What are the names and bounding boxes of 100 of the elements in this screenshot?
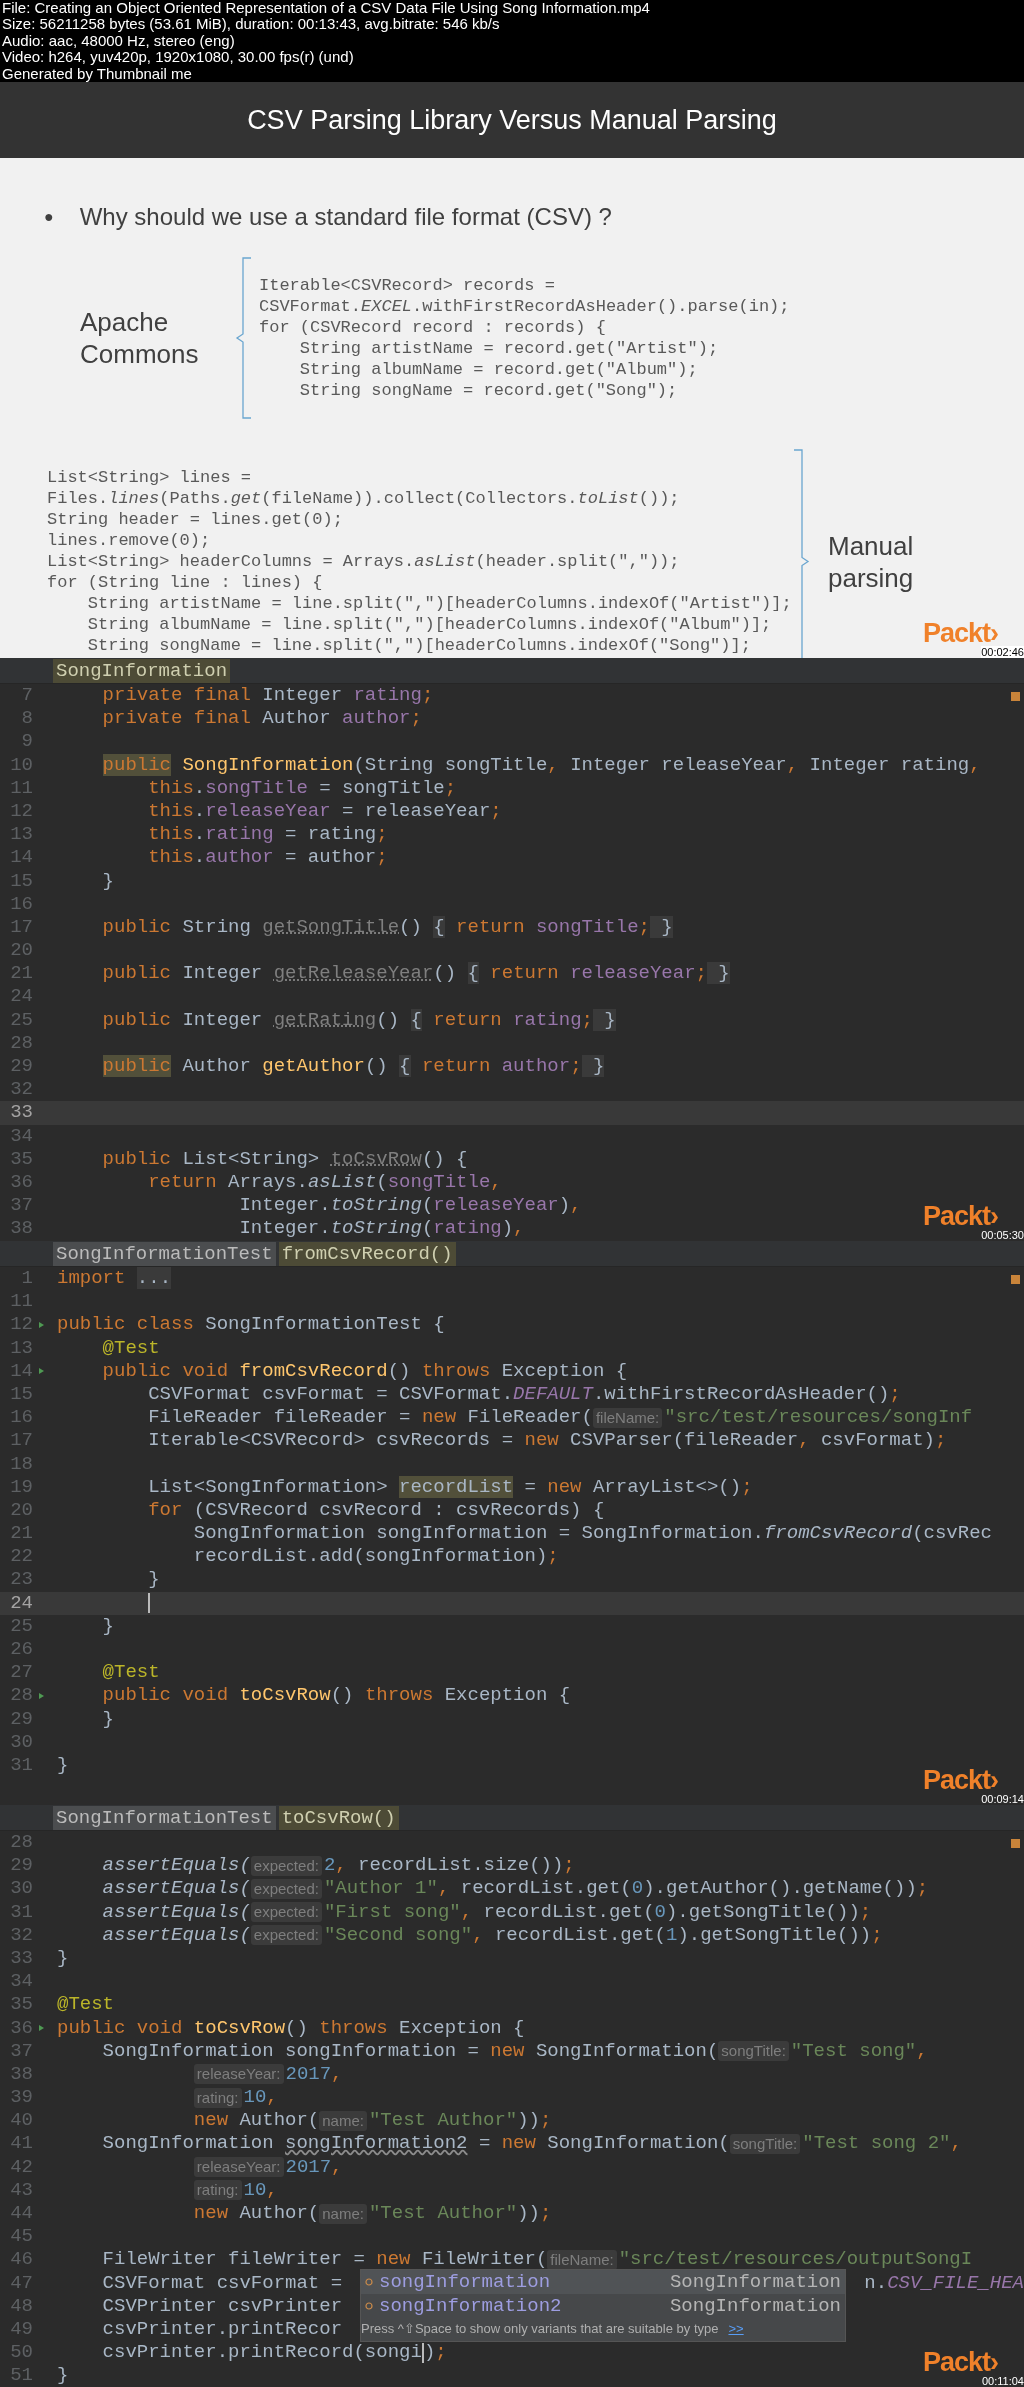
- code-text: @Test: [102, 1661, 160, 1685]
- code-text: CSVPrinter csvPrinter: [102, 2294, 343, 2318]
- completion-hint: Press ^⇧Space to show only variants that are suitable by type: [361, 2320, 719, 2338]
- line-number: 51: [9, 2364, 33, 2387]
- code-text: 2017,: [285, 2062, 343, 2087]
- code-text: assertEquals(: [102, 1877, 251, 1901]
- parameter-hint: fileName:: [592, 1407, 663, 1428]
- parameter-hint: name:: [319, 2110, 367, 2131]
- line-number: 29: [9, 1854, 33, 1878]
- code-line: String artistName = record.get("Artist");: [299, 339, 719, 358]
- code-text: public String getSongTitle() { return songTitle; }: [102, 915, 673, 940]
- line-number: 21: [9, 1522, 33, 1546]
- line-number: 10: [9, 753, 33, 777]
- line-number: 30: [9, 1730, 33, 1754]
- code-text: this.songTitle = songTitle;: [148, 776, 457, 800]
- code-text: List<SongInformation> recordList = new ArrayList<>();: [148, 1475, 753, 1499]
- line-number: 17: [9, 915, 33, 940]
- code-text: Iterable<CSVRecord> csvRecords = new CSVParser(fileReader, csvFormat);: [148, 1429, 947, 1453]
- timestamp: 00:11:04: [982, 2375, 1024, 2387]
- line-number: 26: [9, 1638, 33, 1662]
- line-number: 28: [9, 1684, 33, 1708]
- code-text: return Arrays.asList(songTitle,: [148, 1170, 502, 1195]
- completion-name: songInformation: [379, 2269, 551, 2295]
- completion-name: songInformation2: [379, 2293, 562, 2319]
- code-line: List<String> lines =: [47, 468, 252, 487]
- code-text: import ...: [57, 1267, 172, 1291]
- line-number: 27: [9, 1661, 33, 1685]
- line-number: 18: [9, 1452, 33, 1476]
- breadcrumb[interactable]: fromCsvRecord(): [278, 1241, 456, 1266]
- code-text: "src/test/resources/outputSongI: [618, 2248, 973, 2272]
- code-text: }: [102, 1707, 114, 1731]
- file-info-text: Size: 56211258 bytes (53.61 MiB), duration: 00:13:43, avg.bitrate: 546 kb/s: [2, 16, 501, 33]
- group-label: Apache Commons: [79, 306, 200, 370]
- code-text: public Integer getReleaseYear() { return releaseYear; }: [102, 962, 730, 986]
- line-number: 48: [9, 2294, 33, 2318]
- line-number: 32: [9, 1923, 33, 1947]
- parameter-hint: releaseYear:: [193, 2064, 284, 2085]
- code-text: "Author 1", recordList.get(0).getAuthor().getName());: [323, 1877, 929, 1901]
- breadcrumb[interactable]: SongInformationTest: [53, 1805, 276, 1830]
- line-number: 38: [9, 1217, 33, 1241]
- bullet-text: Why should we use a standard file format (CSV) ?: [79, 202, 612, 232]
- code-text: for (CSVRecord csvRecord : csvRecords) {: [148, 1498, 605, 1523]
- file-info-text: Video: h264, yuv420p, 1920x1080, 30.00 fps(r) (und): [2, 49, 355, 66]
- more-link[interactable]: >>: [728, 2319, 744, 2339]
- line-number: 28: [9, 1831, 33, 1855]
- line-number: 14: [9, 846, 33, 870]
- line-number: 47: [9, 2271, 33, 2295]
- line-number: 32: [9, 1078, 33, 1102]
- code-text: 2017,: [285, 2155, 343, 2179]
- code-text: 10,: [243, 2178, 278, 2202]
- line-number: 24: [9, 985, 33, 1009]
- line-number: 15: [9, 869, 33, 893]
- parameter-hint: songTitle:: [718, 2041, 789, 2062]
- parameter-hint: expected:: [250, 1855, 322, 1876]
- parameter-hint: fileName:: [547, 2249, 617, 2270]
- code-text: private final Author author;: [102, 707, 422, 731]
- code-text: "Test Author"));: [368, 2109, 552, 2133]
- completion-item[interactable]: songInformation SongInformation: [361, 2270, 845, 2294]
- line-number: 20: [9, 939, 33, 963]
- line-number: 37: [9, 2039, 33, 2063]
- line-number: 13: [9, 1336, 33, 1360]
- line-number: 31: [9, 1900, 33, 1924]
- line-number: 36: [9, 1170, 33, 1195]
- code-text: n.CSV_FILE_HEA: [864, 2271, 1024, 2294]
- line-number: 50: [9, 2341, 33, 2365]
- code-line: for (CSVRecord record : records) {: [259, 318, 606, 337]
- code-text: "First song", recordList.get(0).getSongTitle());: [323, 1900, 872, 1924]
- bullet-icon: ●: [44, 202, 54, 232]
- parameter-hint: expected:: [250, 1878, 322, 1899]
- line-number: 17: [9, 1429, 33, 1453]
- text-cursor: [421, 2342, 424, 2363]
- code-text: new Author(: [193, 2202, 320, 2226]
- line-number: 11: [9, 1290, 33, 1314]
- code-text: @Test: [57, 1993, 114, 2017]
- code-text: public void toCsvRow() throws Exception {: [57, 2016, 525, 2040]
- code-line: String albumName = record.get("Album");: [299, 360, 698, 379]
- line-number: 45: [9, 2225, 33, 2249]
- warning-marker-icon: [1011, 692, 1020, 701]
- group-label: Manual parsing: [828, 529, 915, 594]
- code-line: String albumName = line.split(",")[headerColumns.indexOf("Album")];: [87, 615, 772, 634]
- line-number: 39: [9, 2086, 33, 2110]
- line-number: 33: [9, 1101, 33, 1125]
- warning-marker-icon: [1011, 1839, 1020, 1848]
- logo: Packt›: [922, 1201, 998, 1231]
- code-text: public class SongInformationTest {: [57, 1313, 445, 1337]
- breadcrumb[interactable]: SongInformation: [53, 658, 231, 683]
- code-text: this.releaseYear = releaseYear;: [148, 799, 502, 824]
- code-text: assertEquals(: [102, 1923, 251, 1947]
- breadcrumb[interactable]: SongInformationTest: [53, 1241, 276, 1266]
- code-text: Integer.toString(releaseYear),: [239, 1194, 582, 1218]
- line-number: 14: [9, 1359, 33, 1383]
- code-text: recordList.add(songInformation);: [193, 1545, 559, 1569]
- variable-icon: [365, 2302, 373, 2310]
- line-number: 41: [9, 2132, 33, 2156]
- code-text: new Author(: [193, 2109, 320, 2133]
- line-number: 13: [9, 823, 33, 847]
- completion-item[interactable]: songInformation2 SongInformation: [361, 2294, 845, 2318]
- line-number: 31: [9, 1753, 33, 1778]
- breadcrumb[interactable]: toCsvRow(): [278, 1805, 399, 1830]
- line-number: 23: [9, 1568, 33, 1592]
